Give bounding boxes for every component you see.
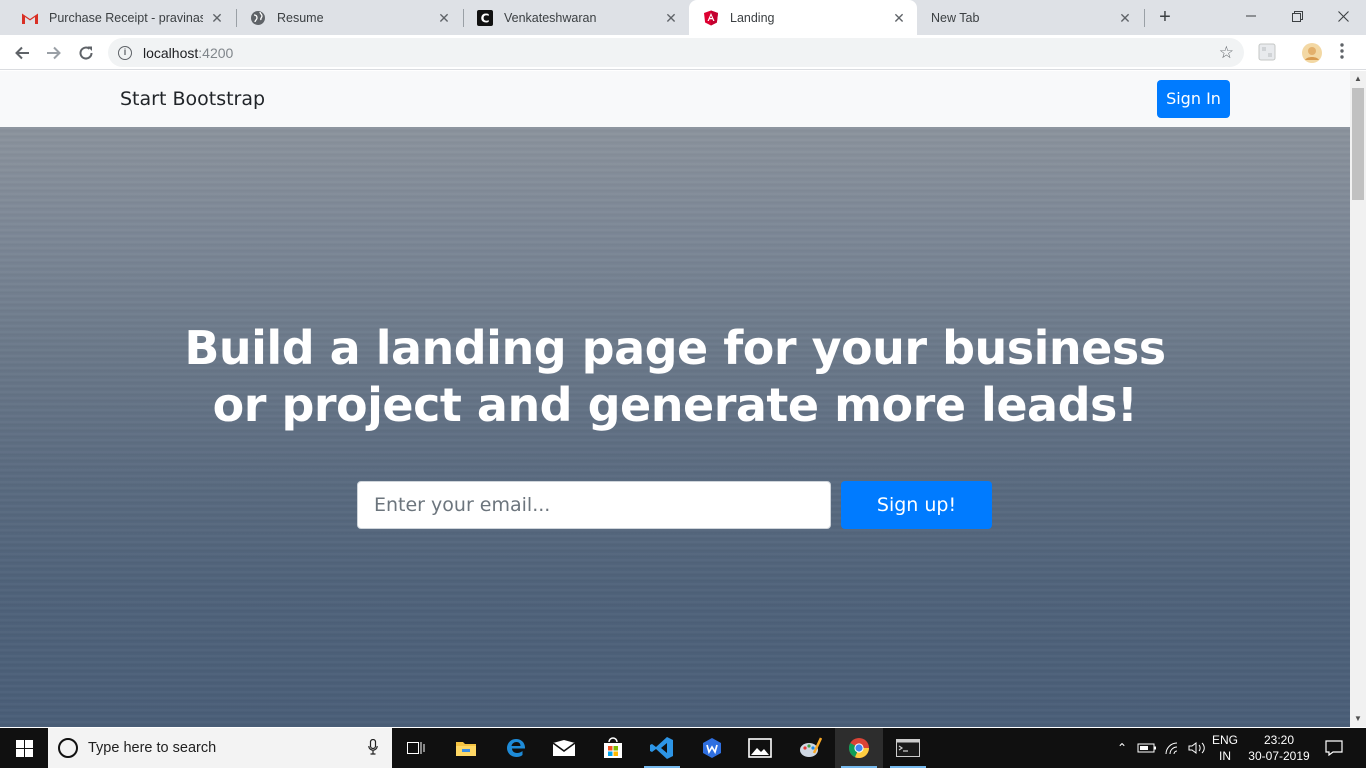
gmail-icon [22,10,38,26]
hero-headline: Build a landing page for your business o… [175,320,1175,434]
tab-title: Purchase Receipt - pravinaswin [49,10,203,25]
edge-icon[interactable] [492,728,540,768]
tab-new-tab[interactable]: New Tab ✕ [917,0,1143,35]
vscode-icon[interactable] [638,728,686,768]
brand-link[interactable]: Start Bootstrap [120,88,265,110]
scroll-up-arrow-icon[interactable]: ▲ [1350,71,1366,87]
close-icon[interactable]: ✕ [436,10,452,26]
volume-icon[interactable] [1188,741,1208,755]
notification-icon[interactable] [1316,728,1352,768]
close-icon[interactable]: ✕ [663,10,679,26]
forward-arrow-icon [47,46,61,60]
tab-gmail[interactable]: Purchase Receipt - pravinaswin ✕ [8,0,235,35]
angular-icon [703,10,719,26]
terminal-icon[interactable] [884,728,932,768]
close-window-button[interactable] [1320,0,1366,32]
globe-icon [250,10,266,26]
chevron-up-icon[interactable]: ⌃ [1112,741,1132,755]
new-tab-button[interactable]: + [1154,6,1176,28]
close-icon[interactable]: ✕ [209,10,225,26]
clock-time: 23:20 [1263,733,1295,747]
store-icon[interactable] [589,728,637,768]
tab-title: Resume [277,10,324,25]
profile-avatar[interactable] [1302,43,1322,63]
tab-title: Venkateshwaran [504,10,597,25]
system-tray: ⌃ [1112,728,1208,768]
windows-logo-icon [15,739,33,757]
tab-venkateshwaran[interactable]: C Venkateshwaran ✕ [463,0,689,35]
back-arrow-icon [15,46,29,60]
page-scrollbar[interactable]: ▲ ▼ [1350,71,1366,727]
chrome-menu-icon[interactable] [1340,43,1348,61]
page-viewport: Start Bootstrap Sign In Build a landing … [0,71,1350,727]
browser-toolbar: i localhost:4200 ☆ [0,35,1366,70]
sign-in-button[interactable]: Sign In [1157,80,1230,118]
paint-icon[interactable] [786,728,834,768]
wps-icon[interactable] [688,728,736,768]
region-code: IN [1219,749,1231,763]
restore-button[interactable] [1274,0,1320,32]
site-navbar: Start Bootstrap Sign In [0,71,1350,127]
tab-resume[interactable]: Resume ✕ [236,0,462,35]
reload-button[interactable] [72,39,100,67]
clock-date: 30-07-2019 [1248,749,1310,763]
site-info-icon[interactable]: i [118,45,132,60]
address-bar[interactable]: i localhost:4200 ☆ [108,38,1244,67]
scroll-thumb[interactable] [1352,88,1364,200]
task-view-icon[interactable] [392,728,440,768]
taskbar-search-input[interactable]: Type here to search [48,728,392,768]
start-button[interactable] [0,728,48,768]
file-explorer-icon[interactable] [442,728,490,768]
email-input[interactable] [357,481,831,529]
cortana-icon [58,738,78,758]
bookmark-star-icon[interactable]: ☆ [1219,43,1234,63]
extension-icon[interactable] [1258,43,1276,61]
headline-line-1: Build a landing page for your business [184,321,1166,375]
headline-line-2: or project and generate more leads! [212,378,1138,432]
hero-section: Build a landing page for your business o… [0,127,1350,727]
c-logo-icon: C [477,9,493,26]
tab-divider [1144,9,1145,27]
photos-icon[interactable] [736,728,784,768]
system-clock[interactable]: 23:20 30-07-2019 [1244,732,1314,764]
sign-up-button[interactable]: Sign up! [841,481,992,529]
battery-icon[interactable] [1136,741,1158,755]
language-code: ENG [1211,733,1238,747]
chrome-icon[interactable] [835,728,883,768]
svg-text:C: C [481,11,490,25]
tab-title: Landing [730,10,775,25]
mail-icon[interactable] [540,728,588,768]
reload-icon [79,46,93,60]
url-host: localhost [143,44,199,61]
back-button[interactable] [8,39,36,67]
tab-landing[interactable]: Landing ✕ [689,0,917,35]
scroll-down-arrow-icon[interactable]: ▼ [1350,711,1366,727]
close-icon[interactable]: ✕ [891,10,907,26]
search-placeholder: Type here to search [88,740,217,756]
microphone-icon[interactable] [368,739,378,755]
language-indicator[interactable]: ENG IN [1208,732,1242,764]
minimize-button[interactable] [1228,0,1274,32]
close-icon[interactable]: ✕ [1117,10,1133,26]
forward-button[interactable] [40,39,68,67]
windows-taskbar: Type here to search ⌃ ENG IN 23:20 30-07… [0,728,1366,768]
wifi-icon[interactable] [1164,741,1184,755]
tab-strip: Purchase Receipt - pravinaswin ✕ Resume … [0,0,1366,35]
url-port: :4200 [198,44,234,61]
tab-title: New Tab [931,10,980,25]
